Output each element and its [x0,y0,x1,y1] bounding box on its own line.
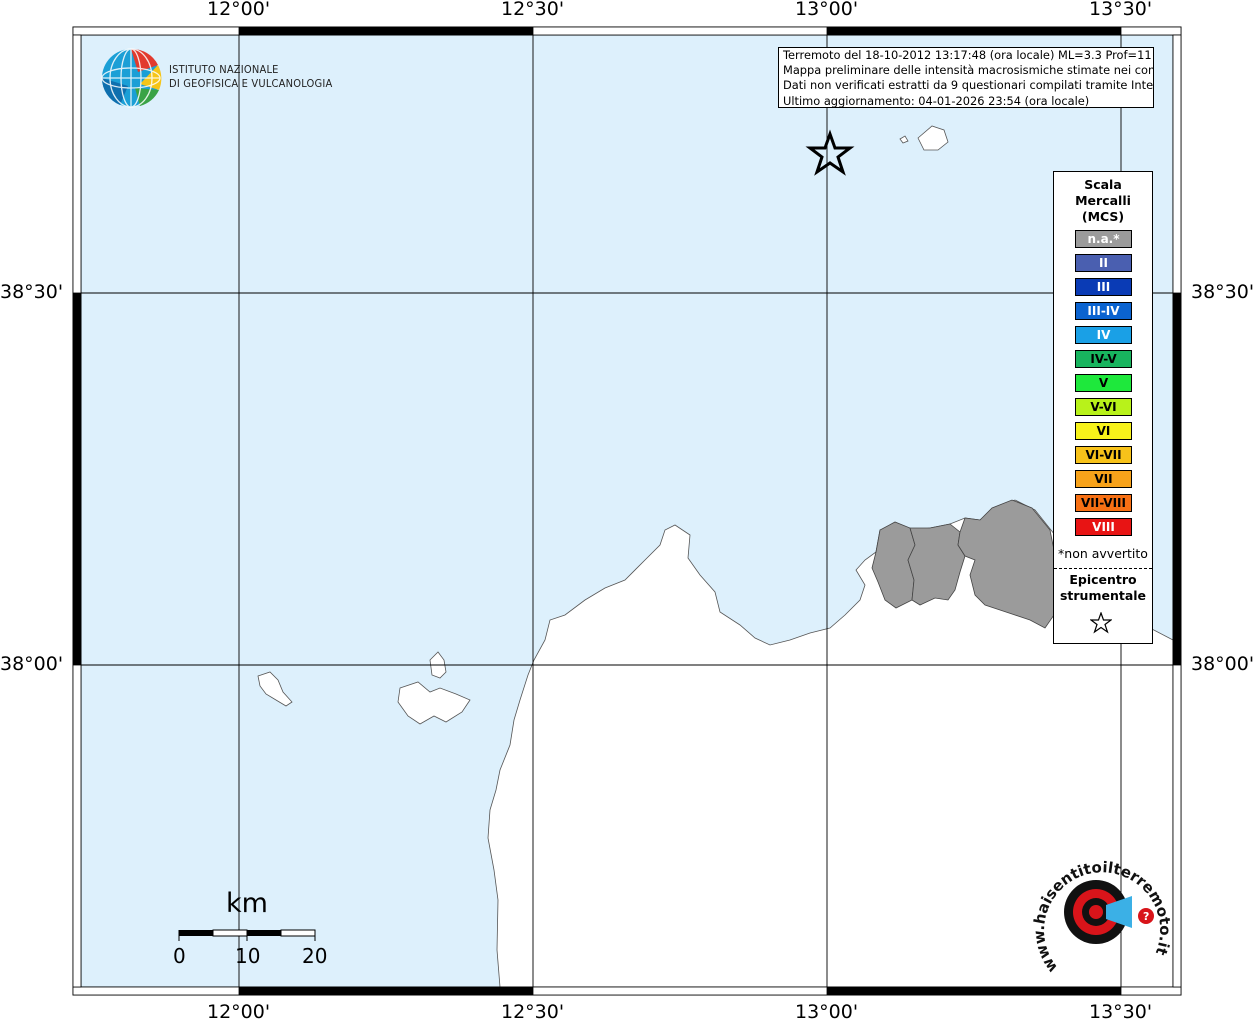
legend-swatch: VI [1075,422,1132,440]
legend-title-line2: Mercalli [1075,193,1131,208]
ingv-logo-text: ISTITUTO NAZIONALE DI GEOFISICA E VULCAN… [169,63,332,91]
info-line-4: Ultimo aggiornamento: 04-01-2026 23:54 (… [783,93,1090,108]
legend-swatch: VII-VIII [1075,494,1132,512]
lon-label-top-1: 12°00' [207,0,271,20]
legend-star-icon [1090,612,1112,634]
svg-text:?: ? [1143,910,1149,923]
ingv-logo-line2: DI GEOFISICA E VULCANOLOGIA [169,77,333,90]
info-line-1: Terremoto del 18-10-2012 13:17:48 (ora l… [783,48,1154,62]
legend-swatch: IV-V [1075,350,1132,368]
legend-epicenter-title: Epicentro strumentale [1054,572,1152,604]
legend-swatch: IV [1075,326,1132,344]
legend-swatch: VII [1075,470,1132,488]
legend-swatch: n.a.* [1075,230,1132,248]
lat-label-left-2: 38°00' [0,653,64,675]
mcs-legend: Scala Mercalli (MCS) n.a.* II III III-IV IV I… [1053,171,1153,644]
lat-label-right-1: 38°30' [1191,281,1255,303]
legend-swatch: III [1075,278,1132,296]
legend-epicenter-line2: strumentale [1059,588,1147,603]
lon-label-bottom-4: 13°30' [1089,1001,1153,1023]
legend-title-line3: (MCS) [1081,209,1125,224]
legend-swatch: VIII [1075,518,1132,536]
lon-label-bottom-3: 13°00' [795,1001,859,1023]
info-line-2: Mappa preliminare delle intensità macros… [783,63,1154,78]
legend-title-line1: Scala [1084,177,1122,192]
legend-na-note: *non avvertito [1058,546,1148,561]
legend-swatch: V-VI [1075,398,1132,416]
legend-separator [1054,568,1152,569]
scale-tick-10: 10 [235,944,261,968]
scale-unit-label: km [226,888,268,919]
lat-label-left-1: 38°30' [0,281,64,303]
legend-title: Scala Mercalli (MCS) [1054,177,1152,225]
lon-label-top-4: 13°30' [1089,0,1153,20]
scale-tick-0: 0 [173,944,186,968]
scale-tick-20: 20 [302,944,328,968]
info-line-3: Dati non verificati estratti da 9 questi… [783,78,1154,93]
lon-label-bottom-1: 12°00' [207,1001,271,1023]
lon-label-top-3: 13°00' [795,0,859,20]
lon-label-top-2: 12°30' [501,0,565,20]
event-info-box: Terremoto del 18-10-2012 13:17:48 (ora l… [778,47,1154,108]
ingv-globe-icon [101,48,162,108]
lon-label-bottom-2: 12°30' [501,1001,565,1023]
ingv-logo-line1: ISTITUTO NAZIONALE [169,63,279,76]
legend-swatch: VI-VII [1075,446,1132,464]
legend-swatch: V [1075,374,1132,392]
legend-swatch: III-IV [1075,302,1132,320]
legend-swatch: II [1075,254,1132,272]
legend-epicenter-line1: Epicentro [1069,572,1137,587]
lat-label-right-2: 38°00' [1191,653,1255,675]
